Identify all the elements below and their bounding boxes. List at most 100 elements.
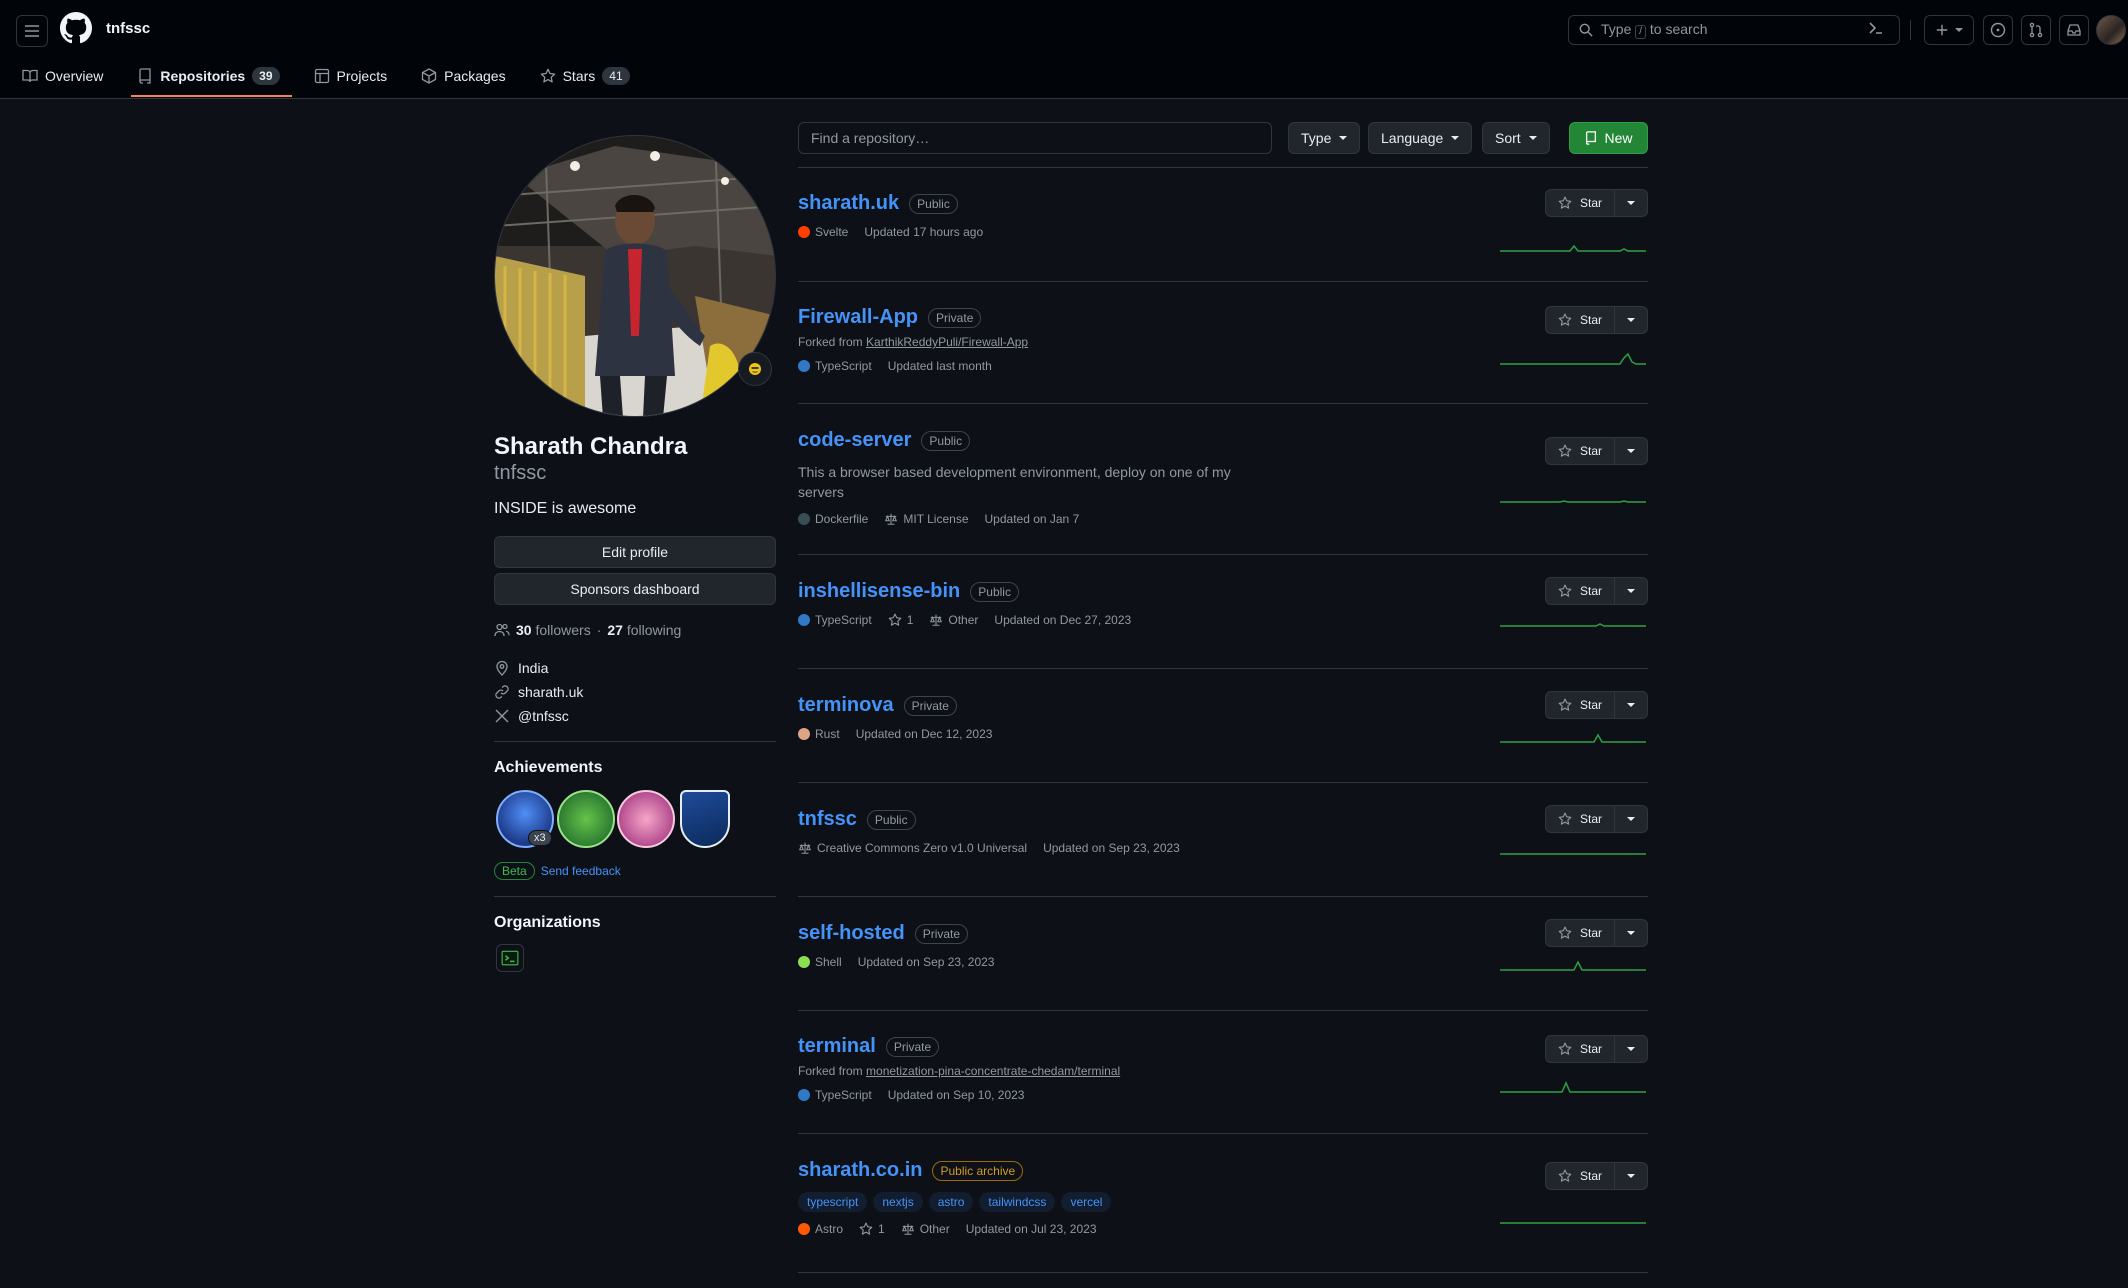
repo-name-link[interactable]: terminal bbox=[798, 1035, 876, 1058]
star-icon bbox=[859, 1222, 873, 1235]
tab-repositories[interactable]: Repositories 39 bbox=[131, 64, 292, 97]
user-avatar-menu[interactable] bbox=[2096, 15, 2126, 45]
achievement-arctic-code-vault[interactable] bbox=[680, 790, 730, 848]
language-color-dot bbox=[798, 614, 810, 626]
create-new-button[interactable] bbox=[1924, 15, 1974, 45]
following-link[interactable]: 27 following bbox=[607, 622, 681, 638]
profile-twitter-link[interactable]: @tnfssc bbox=[494, 708, 569, 724]
list-divider bbox=[798, 167, 1648, 168]
repo-name-link[interactable]: Firewall-App bbox=[798, 306, 918, 329]
sort-filter-button[interactable]: Sort bbox=[1482, 122, 1550, 154]
star-list-dropdown[interactable] bbox=[1615, 1162, 1648, 1190]
star-list-dropdown[interactable] bbox=[1615, 437, 1648, 465]
repo-name-link[interactable]: sharath.uk bbox=[798, 192, 899, 215]
context-username[interactable]: tnfssc bbox=[106, 20, 150, 37]
star-list-dropdown[interactable] bbox=[1615, 189, 1648, 217]
repo-license: Creative Commons Zero v1.0 Universal bbox=[817, 841, 1028, 855]
inbox-button[interactable] bbox=[2059, 15, 2089, 45]
type-filter-button[interactable]: Type bbox=[1288, 122, 1361, 154]
visibility-badge: Public bbox=[921, 430, 971, 451]
language-filter-button[interactable]: Language bbox=[1368, 122, 1473, 154]
followers-link[interactable]: 30 followers bbox=[516, 622, 591, 638]
star-list-dropdown[interactable] bbox=[1615, 691, 1648, 719]
star-label: Star bbox=[1579, 444, 1602, 458]
tab-stars[interactable]: Stars 41 bbox=[540, 64, 640, 88]
hamburger-menu-button[interactable] bbox=[16, 15, 48, 47]
github-logo[interactable] bbox=[60, 12, 92, 44]
star-button[interactable]: Star bbox=[1545, 919, 1615, 947]
terminal-org-icon bbox=[501, 950, 519, 966]
repo-name-link[interactable]: inshellisense-bin bbox=[798, 580, 960, 603]
repo-name-link[interactable]: code-server bbox=[798, 429, 911, 452]
achievement-yolo[interactable] bbox=[617, 790, 675, 848]
repo-name-link[interactable]: self-hosted bbox=[798, 922, 905, 945]
forked-prefix: Forked from bbox=[798, 1064, 863, 1078]
topic-tag[interactable]: tailwindcss bbox=[979, 1192, 1056, 1212]
star-list-dropdown[interactable] bbox=[1615, 577, 1648, 605]
topic-tag[interactable]: nextjs bbox=[873, 1192, 923, 1212]
star-button[interactable]: Star bbox=[1545, 1035, 1615, 1063]
tab-overview[interactable]: Overview bbox=[22, 64, 113, 88]
star-button-group: Star bbox=[1545, 189, 1648, 217]
star-list-dropdown[interactable] bbox=[1615, 919, 1648, 947]
star-button[interactable]: Star bbox=[1545, 577, 1615, 605]
pull-requests-button[interactable] bbox=[2021, 15, 2051, 45]
topic-tag[interactable]: vercel bbox=[1061, 1192, 1112, 1212]
status-emoji-button[interactable] bbox=[738, 352, 772, 386]
star-icon bbox=[1558, 926, 1572, 939]
chevron-down-icon bbox=[1955, 28, 1963, 32]
star-button[interactable]: Star bbox=[1545, 1162, 1615, 1190]
visibility-badge: Private bbox=[928, 307, 982, 328]
star-icon bbox=[540, 68, 555, 83]
find-repository-input[interactable] bbox=[798, 122, 1272, 154]
star-list-dropdown[interactable] bbox=[1615, 306, 1648, 334]
profile-avatar[interactable] bbox=[494, 135, 776, 417]
achievements-heading: Achievements bbox=[494, 759, 603, 776]
repo-name-link[interactable]: tnfssc bbox=[798, 808, 857, 831]
new-repository-button[interactable]: New bbox=[1569, 122, 1648, 154]
send-feedback-link[interactable]: Send feedback bbox=[541, 864, 621, 878]
tab-count: 39 bbox=[252, 67, 280, 85]
star-icon bbox=[1558, 698, 1572, 711]
star-button[interactable]: Star bbox=[1545, 189, 1615, 217]
profile-website-link[interactable]: sharath.uk bbox=[494, 684, 583, 700]
repo-stargazers-link[interactable]: 1 bbox=[859, 1222, 885, 1236]
following-count: 27 bbox=[607, 622, 623, 638]
star-button-group: Star bbox=[1545, 577, 1648, 605]
repo-language: Dockerfile bbox=[815, 512, 869, 526]
activity-sparkline bbox=[1500, 623, 1646, 627]
forked-from-link[interactable]: monetization-pina-concentrate-chedam/ter… bbox=[866, 1064, 1120, 1078]
dot-separator: · bbox=[596, 622, 602, 638]
activity-sparkline bbox=[1500, 244, 1646, 252]
repo-name-link[interactable]: terminova bbox=[798, 694, 894, 717]
profile-full-name: Sharath Chandra bbox=[494, 433, 688, 460]
topic-tag[interactable]: typescript bbox=[798, 1192, 868, 1212]
repo-license: Other bbox=[919, 1222, 950, 1236]
star-list-dropdown[interactable] bbox=[1615, 805, 1648, 833]
tab-projects[interactable]: Projects bbox=[314, 64, 398, 88]
star-label: Star bbox=[1579, 926, 1602, 940]
edit-profile-button[interactable]: Edit profile bbox=[494, 536, 776, 568]
star-button[interactable]: Star bbox=[1545, 437, 1615, 465]
sponsors-dashboard-button[interactable]: Sponsors dashboard bbox=[494, 573, 776, 605]
achievement-pair-extraordinaire[interactable] bbox=[557, 790, 615, 848]
command-palette-button[interactable] bbox=[1868, 20, 1884, 36]
repo-license: Other bbox=[948, 613, 979, 627]
star-list-dropdown[interactable] bbox=[1615, 1035, 1648, 1063]
repo-name-link[interactable]: sharath.co.in bbox=[798, 1159, 922, 1182]
topic-tag[interactable]: astro bbox=[928, 1192, 974, 1212]
header-divider bbox=[1910, 20, 1911, 40]
organization-avatar[interactable] bbox=[496, 944, 524, 972]
repo-stargazers-link[interactable]: 1 bbox=[888, 613, 913, 627]
star-label: Star bbox=[1579, 196, 1602, 210]
tab-packages[interactable]: Packages bbox=[421, 64, 515, 88]
star-button[interactable]: Star bbox=[1545, 306, 1615, 334]
language-color-dot bbox=[798, 1223, 810, 1235]
forked-from-link[interactable]: KarthikReddyPuli/Firewall-App bbox=[866, 335, 1028, 349]
star-button[interactable]: Star bbox=[1545, 805, 1615, 833]
issues-button[interactable] bbox=[1983, 15, 2013, 45]
star-button[interactable]: Star bbox=[1545, 691, 1615, 719]
plus-icon bbox=[1936, 24, 1948, 36]
repo-icon bbox=[139, 68, 152, 84]
search-input[interactable]: Type / to search bbox=[1568, 15, 1900, 45]
